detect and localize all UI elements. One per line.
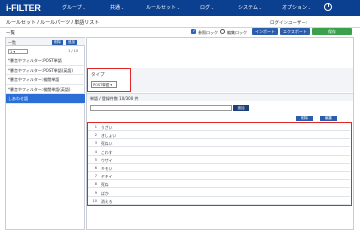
power-icon[interactable]: [324, 3, 332, 11]
delete-list-button[interactable]: 削除: [52, 39, 63, 45]
row-number: 8: [94, 182, 97, 187]
app-logo: i-FILTER: [6, 3, 41, 13]
keyword-text: うざい: [101, 125, 113, 130]
row-number: 3: [94, 141, 97, 146]
keyword-input[interactable]: [90, 105, 232, 111]
nav-option[interactable]: オプション⌄: [282, 4, 311, 11]
table-row[interactable]: 5 ウザイ: [88, 156, 350, 164]
add-keyword-button[interactable]: 追加: [233, 105, 249, 111]
table-row[interactable]: 2 きしょい: [88, 131, 350, 140]
row-number: 10: [92, 198, 97, 203]
keyword-text: ばか: [101, 190, 109, 196]
policy-list-title: 一覧: [8, 40, 16, 45]
type-section: タイプ POST単語 ▾: [87, 68, 131, 92]
table-row[interactable]: 7 ヤキイ: [88, 172, 350, 181]
keyword-header: 単語 / 登録件数 10/300 件: [87, 93, 353, 101]
list-item[interactable]: *暴言やフィルター:検閲単語: [6, 75, 85, 85]
nav-ruleset[interactable]: ルールセット⌄: [146, 4, 180, 11]
keyword-list: 1 うざい 2 きしょい 3 死ねい 4 こわす 5 ウザイ 6 キモい 7 ヤキイ 8 死ね …: [87, 122, 352, 206]
chevron-down-icon: ⌄: [82, 6, 86, 10]
page-indicator: 1 / 10: [68, 49, 79, 53]
top-nav-bar: i-FILTER グループ⌄ 共通⌄ ルールセット⌄ ログ⌄ システム⌄ オプシ…: [0, 0, 360, 16]
edit-lock-radio[interactable]: [220, 29, 225, 34]
keyword-text: キモい: [101, 166, 113, 171]
type-label: タイプ: [91, 73, 105, 78]
row-number: 6: [94, 166, 97, 170]
login-info: ログインユーザー:: [270, 21, 308, 26]
row-number: 1: [94, 125, 97, 129]
keyword-text: こわす: [101, 149, 113, 155]
chevron-down-icon: ⌄: [177, 6, 180, 10]
policy-list: *暴言やフィルター:POST単語 *暴言やフィルター:POST単語(英語) *暴…: [6, 56, 85, 104]
table-row[interactable]: 10 消えろ: [88, 197, 350, 205]
chevron-down-icon: ⌄: [308, 6, 311, 10]
table-row[interactable]: 4 こわす: [88, 148, 350, 156]
list-item[interactable]: *暴言やフィルター:検閲単語(英語): [6, 85, 85, 94]
keyword-text: 消えろ: [101, 198, 113, 204]
row-number: 9: [94, 190, 97, 195]
list-title: 一覧: [6, 31, 15, 36]
keyword-text: ヤキイ: [101, 174, 113, 180]
keyword-text: 死ねい: [101, 141, 113, 147]
import-button[interactable]: インポート: [252, 28, 278, 35]
nav-common[interactable]: 共通⌄: [110, 4, 124, 11]
table-row[interactable]: 9 ばか: [88, 189, 350, 197]
keyword-text: きしょい: [101, 133, 117, 139]
row-number: 7: [94, 174, 97, 179]
policy-list-header: 一覧 削除 追加: [6, 38, 85, 46]
table-row[interactable]: 6 キモい: [88, 164, 350, 172]
edit-lock-label: 編集ロック: [227, 29, 247, 35]
policy-list-panel: 一覧 削除 追加 1 ▾ 1 / 10 *暴言やフィルター:POST単語 *暴言…: [5, 37, 85, 230]
save-button[interactable]: 保存: [312, 28, 352, 35]
page-select[interactable]: 1 ▾: [8, 49, 28, 54]
keyword-text: 死ね: [101, 182, 109, 188]
audit-lock-label: 参照ロック: [198, 29, 218, 35]
table-row[interactable]: 8 死ね: [88, 180, 350, 189]
chevron-down-icon: ⌄: [121, 6, 124, 10]
nav-group[interactable]: グループ⌄: [62, 4, 86, 11]
list-item[interactable]: *暴言やフィルター:POST単語: [6, 56, 85, 66]
table-row[interactable]: 1 うざい: [88, 123, 350, 131]
type-select[interactable]: POST単語 ▾: [91, 81, 117, 88]
row-number: 2: [94, 133, 97, 138]
audit-lock-checkbox[interactable]: [191, 29, 196, 34]
chevron-down-icon: ⌄: [211, 6, 214, 10]
chevron-down-icon: ⌄: [258, 6, 262, 10]
export-button[interactable]: エクスポート: [280, 28, 310, 35]
row-number: 4: [94, 149, 97, 154]
delete-keyword-button[interactable]: 削除: [296, 116, 313, 121]
table-row[interactable]: 3 死ねい: [88, 139, 350, 148]
add-list-button[interactable]: 追加: [66, 39, 77, 45]
type-row: [131, 68, 353, 92]
nav-system[interactable]: システム⌄: [238, 4, 262, 11]
keyword-text: ウザイ: [101, 157, 113, 163]
edit-keyword-button[interactable]: 編集: [320, 116, 337, 121]
nav-log[interactable]: ログ⌄: [200, 4, 214, 11]
list-item-selected[interactable]: しあわせ語: [6, 94, 85, 104]
row-number: 5: [94, 157, 97, 162]
keyword-count-label: 単語 / 登録件数 10/300 件: [90, 96, 139, 101]
list-item[interactable]: *暴言やフィルター:POST単語(英語): [6, 66, 85, 75]
breadcrumb: ルールセット / ルールパーツ / 単語リスト: [6, 20, 100, 26]
